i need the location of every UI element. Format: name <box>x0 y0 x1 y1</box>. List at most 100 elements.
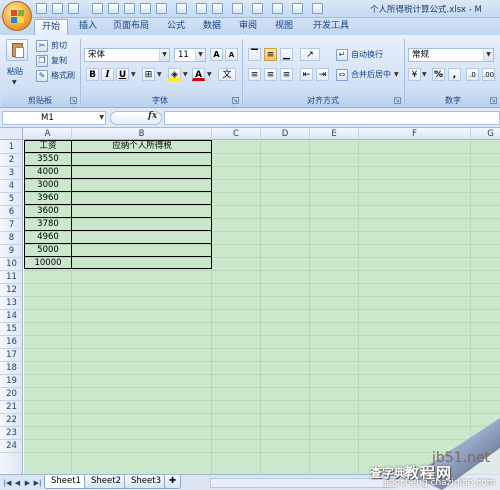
print-icon[interactable] <box>292 3 303 14</box>
alignment-launcher-icon[interactable]: ↘ <box>394 97 401 104</box>
row-header[interactable]: 12 <box>0 284 23 297</box>
borders-icon[interactable]: ⊞ <box>142 68 155 81</box>
currency-dropdown-icon[interactable]: ▼ <box>422 71 427 78</box>
comma-button[interactable]: , <box>448 68 461 81</box>
office-button[interactable] <box>2 1 32 31</box>
align-right-icon[interactable]: ≡ <box>280 68 293 81</box>
font-color-dropdown-icon[interactable]: ▼ <box>207 71 212 78</box>
merge-center-button[interactable]: 合并后居中 <box>350 68 392 82</box>
form-icon[interactable] <box>176 3 187 14</box>
tab-insert[interactable]: 插入 <box>72 19 104 35</box>
insert-function-icon[interactable]: fx <box>148 111 157 121</box>
italic-button[interactable]: I <box>101 68 114 81</box>
column-header[interactable]: F <box>359 128 471 140</box>
row-header[interactable]: 17 <box>0 349 23 362</box>
customize-qat-icon[interactable] <box>312 3 323 14</box>
first-sheet-icon[interactable]: |◀ <box>3 478 12 488</box>
decrease-indent-icon[interactable]: ⇤ <box>300 68 313 81</box>
currency-icon[interactable]: ¥ <box>408 68 421 81</box>
chart-icon[interactable] <box>196 3 207 14</box>
merge-dropdown-icon[interactable]: ▼ <box>394 71 399 78</box>
number-format-select[interactable]: 常规 ▼ <box>408 48 494 62</box>
row-header[interactable]: 16 <box>0 336 23 349</box>
filter-icon[interactable] <box>252 3 263 14</box>
row-header[interactable]: 24 <box>0 440 23 453</box>
sort-icon[interactable] <box>232 3 243 14</box>
font-launcher-icon[interactable]: ↘ <box>232 97 239 104</box>
column-header[interactable]: G <box>471 128 500 140</box>
redo-icon[interactable] <box>68 3 79 14</box>
increase-indent-icon[interactable]: ⇥ <box>316 68 329 81</box>
tax-cell[interactable] <box>72 257 212 270</box>
underline-button[interactable]: U <box>116 68 129 81</box>
bold-button[interactable]: B <box>86 68 99 81</box>
macro-icon[interactable] <box>212 3 223 14</box>
paste-icon[interactable] <box>6 39 28 61</box>
tab-review[interactable]: 审阅 <box>232 19 264 35</box>
prev-sheet-icon[interactable]: ◀ <box>13 478 22 488</box>
shrink-font-icon[interactable]: A <box>225 48 238 61</box>
paste-button[interactable]: 粘贴 <box>6 65 24 79</box>
row-header[interactable]: 9 <box>0 245 23 258</box>
column-header[interactable]: D <box>261 128 310 140</box>
font-name-select[interactable]: 宋体 ▼ <box>84 48 170 62</box>
row-header[interactable]: 4 <box>0 180 23 193</box>
fill-color-icon[interactable]: ◈ <box>168 68 181 81</box>
sheet-tab-3[interactable]: Sheet3 <box>124 475 168 489</box>
row-header[interactable]: 3 <box>0 167 23 180</box>
row-header[interactable]: 13 <box>0 297 23 310</box>
merge-center-icon[interactable]: ⇔ <box>336 69 348 81</box>
wrap-text-button[interactable]: 自动换行 <box>350 48 384 62</box>
underline-dropdown-icon[interactable]: ▼ <box>131 71 136 78</box>
font-size-select[interactable]: 11 ▼ <box>174 48 206 62</box>
text-icon[interactable] <box>156 3 167 14</box>
last-sheet-icon[interactable]: ▶| <box>33 478 42 488</box>
sheet-tab-1[interactable]: Sheet1 <box>44 475 88 489</box>
paste-dropdown-icon[interactable]: ▼ <box>12 79 17 86</box>
row-header[interactable]: 5 <box>0 193 23 206</box>
row-header[interactable]: 8 <box>0 232 23 245</box>
decrease-decimal-icon[interactable]: .00 <box>482 68 495 81</box>
row-header[interactable]: 23 <box>0 427 23 440</box>
tab-formulas[interactable]: 公式 <box>160 19 192 35</box>
row-header[interactable]: 18 <box>0 362 23 375</box>
formula-input[interactable] <box>164 111 500 125</box>
orientation-icon[interactable]: ↗ <box>300 48 320 61</box>
percent-button[interactable]: % <box>432 68 445 81</box>
align-middle-icon[interactable]: ≡ <box>264 48 277 61</box>
undo-icon[interactable] <box>52 3 63 14</box>
line-icon[interactable] <box>124 3 135 14</box>
row-header[interactable]: 15 <box>0 323 23 336</box>
copy-button[interactable]: 复制 <box>50 54 68 68</box>
table-icon[interactable] <box>92 3 103 14</box>
align-top-icon[interactable]: ▔ <box>248 48 261 61</box>
tab-home[interactable]: 开始 <box>34 19 69 35</box>
save-icon[interactable] <box>36 3 47 14</box>
row-header[interactable]: 2 <box>0 154 23 167</box>
clipboard-launcher-icon[interactable]: ↘ <box>70 97 77 104</box>
row-header[interactable]: 22 <box>0 414 23 427</box>
tab-developer[interactable]: 开发工具 <box>306 19 356 35</box>
tab-data[interactable]: 数据 <box>196 19 228 35</box>
align-center-icon[interactable]: ≡ <box>264 68 277 81</box>
fill-color-dropdown-icon[interactable]: ▼ <box>183 71 188 78</box>
wrap-text-icon[interactable]: ↵ <box>336 49 348 61</box>
row-header[interactable]: 1 <box>0 141 23 154</box>
column-header[interactable]: B <box>72 128 212 140</box>
tab-page-layout[interactable]: 页面布局 <box>106 19 156 35</box>
column-header[interactable]: E <box>310 128 359 140</box>
borders-dropdown-icon[interactable]: ▼ <box>157 71 162 78</box>
align-bottom-icon[interactable]: ▁ <box>280 48 293 61</box>
increase-decimal-icon[interactable]: .0 <box>466 68 479 81</box>
cut-button[interactable]: 剪切 <box>50 39 68 53</box>
row-header[interactable]: 7 <box>0 219 23 232</box>
salary-cell[interactable]: 10000 <box>24 257 72 270</box>
zoom-icon[interactable] <box>272 3 283 14</box>
align-left-icon[interactable]: ≡ <box>248 68 261 81</box>
sheet-tab-2[interactable]: Sheet2 <box>84 475 128 489</box>
scissors-icon[interactable]: ✂ <box>36 40 48 52</box>
phonetic-icon[interactable]: 文 <box>218 68 236 81</box>
row-header[interactable]: 10 <box>0 258 23 271</box>
draw-border-icon[interactable] <box>108 3 119 14</box>
format-painter-icon[interactable]: ✎ <box>36 70 48 82</box>
